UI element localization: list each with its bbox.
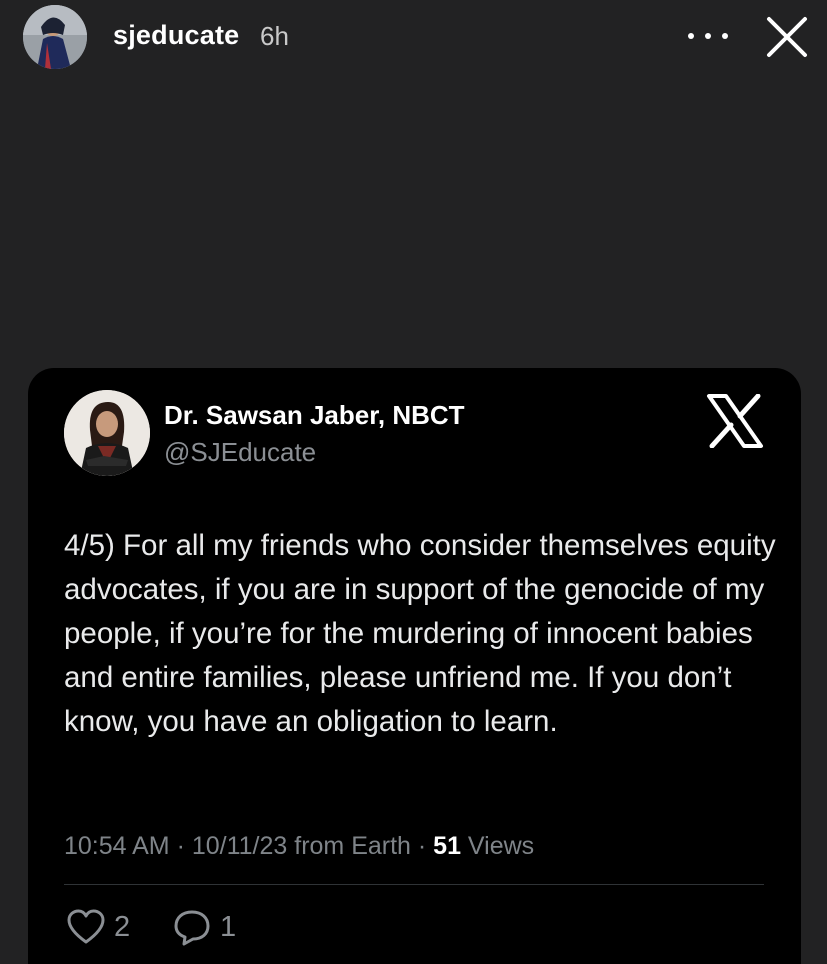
tweet-text: 4/5) For all my friends who consider the… bbox=[64, 529, 776, 738]
reply-bubble-icon bbox=[174, 910, 210, 946]
like-button[interactable]: 2 bbox=[66, 908, 130, 946]
tweet-divider bbox=[64, 884, 764, 885]
tweet-meta: 10:54 AM · 10/11/23 from Earth · 51 View… bbox=[64, 832, 534, 861]
story-header: sjeducate 6h bbox=[0, 0, 827, 80]
story-username[interactable]: sjeducate bbox=[113, 20, 239, 51]
tweet-card[interactable]: Dr. Sawsan Jaber, NBCT @SJEducate 4/5) F… bbox=[28, 368, 801, 964]
tweet-timestamp: 10:54 AM · 10/11/23 from Earth · bbox=[64, 832, 434, 860]
tweet-author-avatar[interactable] bbox=[64, 390, 150, 476]
close-icon[interactable] bbox=[762, 12, 812, 62]
tweet-author-handle[interactable]: @SJEducate bbox=[164, 437, 316, 468]
tweet-views-label: Views bbox=[460, 832, 535, 860]
x-logo-icon bbox=[706, 393, 764, 449]
more-options-icon[interactable] bbox=[688, 22, 728, 50]
story-avatar[interactable] bbox=[23, 5, 87, 69]
story-timestamp: 6h bbox=[260, 21, 289, 51]
reply-count: 1 bbox=[220, 910, 237, 943]
like-count: 2 bbox=[114, 910, 131, 943]
heart-icon bbox=[67, 909, 105, 944]
reply-button[interactable]: 1 bbox=[172, 908, 236, 946]
tweet-views-count: 51 bbox=[433, 832, 461, 860]
tweet-author-name[interactable]: Dr. Sawsan Jaber, NBCT bbox=[164, 400, 465, 431]
